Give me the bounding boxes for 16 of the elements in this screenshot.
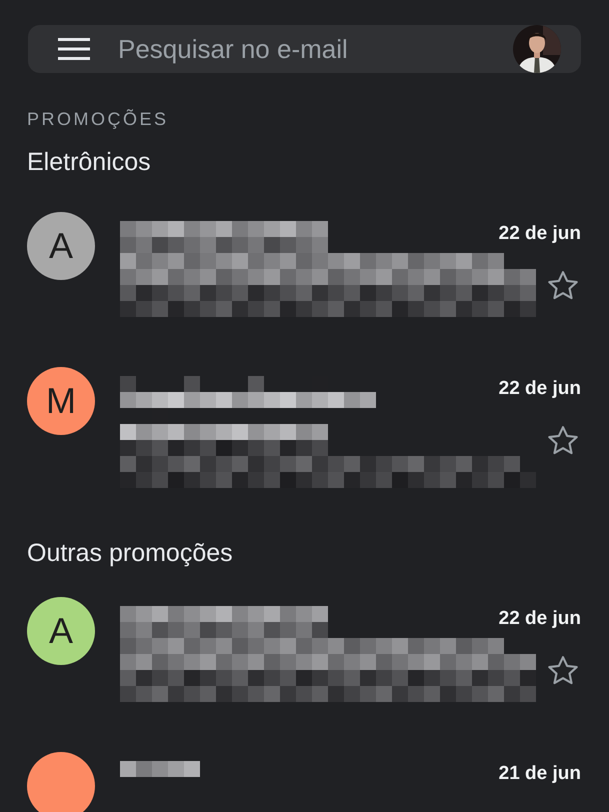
sender-avatar: A [27,212,95,280]
sender-avatar: A [27,597,95,665]
star-button[interactable] [547,655,579,686]
star-button[interactable] [547,425,579,456]
message-date: 21 de jun [498,763,581,785]
section-title: Eletrônicos [27,148,151,177]
star-button[interactable] [547,270,579,301]
category-label: PROMOÇÕES [27,109,169,130]
message-date: 22 de jun [498,378,581,400]
section-title: Outras promoções [27,539,233,568]
sender-avatar: M [27,367,95,435]
message-date: 22 de jun [498,223,581,245]
message-date: 22 de jun [498,608,581,630]
menu-icon[interactable] [58,38,90,60]
search-bar[interactable]: Pesquisar no e-mail [28,25,581,73]
search-field[interactable]: Pesquisar no e-mail [116,32,487,66]
